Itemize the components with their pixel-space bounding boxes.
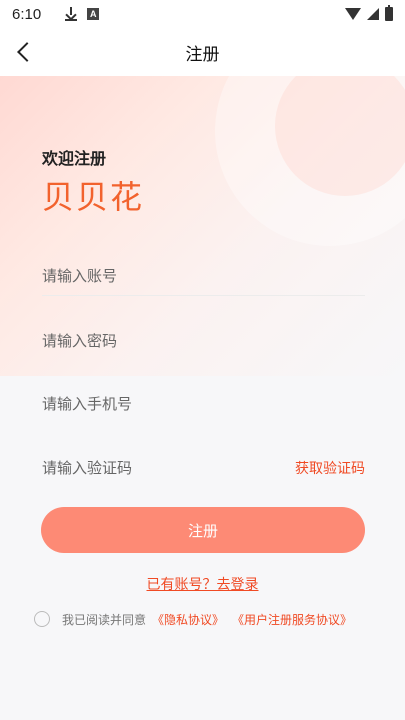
status-bar-left: 6:10 A (12, 5, 100, 23)
privacy-link[interactable]: 《隐私协议》 (152, 611, 224, 628)
phone-field-row (42, 384, 365, 424)
account-input[interactable] (42, 266, 262, 285)
download-icon (65, 7, 78, 21)
wifi-icon (345, 8, 361, 20)
password-input[interactable] (42, 332, 262, 350)
status-bar-right (345, 5, 393, 21)
register-button[interactable]: 注册 (41, 507, 365, 553)
brand-name: 贝贝花 (42, 178, 145, 216)
password-field-row (42, 321, 365, 361)
chevron-left-icon[interactable] (12, 40, 36, 64)
nav-bar: 注册 (0, 28, 405, 76)
welcome-text: 欢迎注册 (42, 149, 107, 168)
login-link[interactable]: 已有账号？去登录 (0, 574, 405, 594)
agreement-prefix: 我已阅读并同意 (62, 612, 147, 627)
phone-input[interactable] (42, 395, 262, 413)
agree-radio[interactable] (34, 611, 50, 627)
get-code-button[interactable]: 获取验证码 (295, 458, 365, 478)
a-icon: A (87, 8, 100, 20)
code-input[interactable] (42, 459, 262, 477)
agreement-row: 我已阅读并同意 《隐私协议》 《用户注册服务协议》 (34, 609, 394, 629)
page-title: 注册 (185, 44, 220, 65)
signal-icon (367, 8, 379, 20)
code-field-row: 获取验证码 (42, 448, 365, 488)
status-time: 6:10 (12, 5, 42, 23)
account-field-row (42, 256, 365, 296)
service-agreement-link[interactable]: 《用户注册服务协议》 (232, 611, 352, 628)
status-bar: 6:10 A (0, 0, 405, 28)
battery-icon (385, 5, 393, 21)
